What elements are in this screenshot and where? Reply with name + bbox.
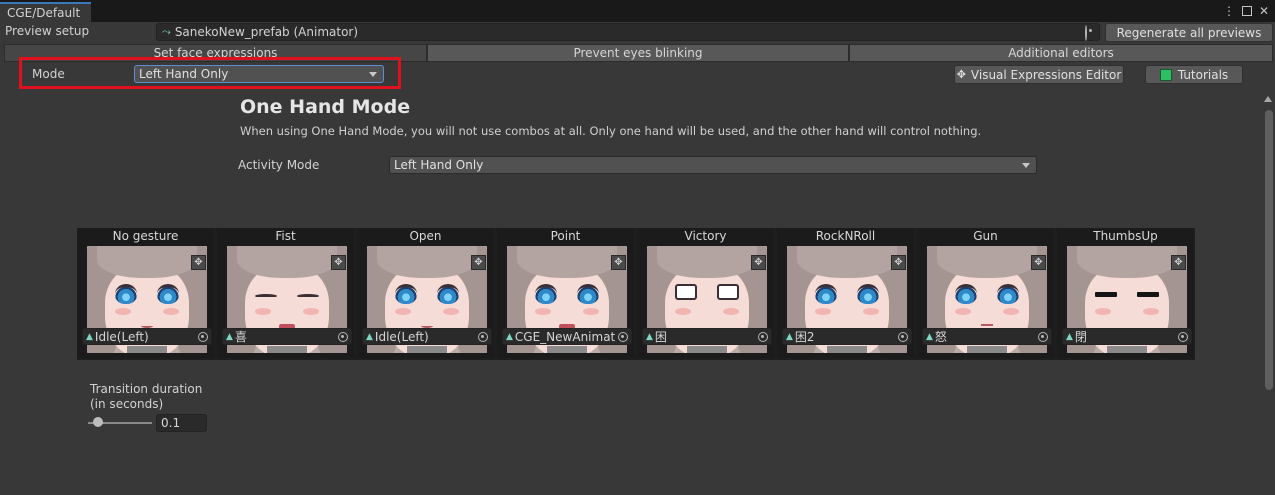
- gesture-card-fist: Fist ✥ ▲ 喜: [217, 228, 354, 358]
- visual-expressions-editor-label: Visual Expressions Editor: [970, 67, 1122, 82]
- animation-clip-field[interactable]: ▲ Idle(Left): [82, 328, 212, 345]
- one-hand-mode-title: One Hand Mode: [240, 96, 411, 118]
- gesture-card-thumbsup: ThumbsUp ✥ ▲ 閉: [1057, 228, 1194, 358]
- object-picker-icon[interactable]: [338, 331, 348, 342]
- object-picker-icon[interactable]: [758, 331, 768, 342]
- object-picker-icon[interactable]: [1178, 331, 1188, 342]
- move-icon[interactable]: ✥: [331, 255, 346, 270]
- transition-duration-label: Transition duration (in seconds): [90, 382, 202, 412]
- object-picker-icon[interactable]: [1038, 331, 1048, 342]
- animation-clip-field[interactable]: ▲ 閉: [1062, 328, 1192, 345]
- visual-expressions-editor-button[interactable]: ✥ Visual Expressions Editor: [954, 65, 1124, 84]
- animation-clip-icon: ▲: [226, 331, 233, 342]
- gesture-name: Open: [409, 229, 442, 243]
- gesture-name: Gun: [973, 229, 998, 243]
- animation-clip-value: 困2: [794, 330, 815, 344]
- move-icon[interactable]: ✥: [471, 255, 486, 270]
- preview-setup-field[interactable]: ⤳ SanekoNew_prefab (Animator): [156, 23, 1100, 41]
- animation-clip-icon: ▲: [1066, 331, 1073, 342]
- window-tab-bar: [0, 0, 1275, 22]
- tab-additional-editors[interactable]: Additional editors: [849, 44, 1273, 62]
- move-icon: ✥: [956, 68, 966, 81]
- object-picker-icon[interactable]: [898, 331, 908, 342]
- tutorials-button[interactable]: Tutorials: [1145, 65, 1243, 84]
- slider-handle[interactable]: [93, 417, 103, 427]
- object-picker-icon[interactable]: [478, 331, 488, 342]
- transition-duration-label-line1: Transition duration: [90, 382, 203, 396]
- animation-clip-value: Idle(Left): [94, 329, 149, 344]
- animation-clip-value: 喜: [234, 330, 247, 344]
- animation-clip-field[interactable]: ▲ 喜: [222, 328, 352, 345]
- animation-clip-icon: ▲: [926, 331, 933, 342]
- gesture-name: No gesture: [112, 229, 179, 243]
- gesture-card-rocknroll: RockNRoll ✥ ▲ 困2: [777, 228, 914, 358]
- animation-clip-field[interactable]: ▲ 困2: [782, 328, 912, 345]
- preview-setup-label: Preview setup: [5, 24, 90, 38]
- animation-clip-field[interactable]: ▲ Idle(Left): [362, 328, 492, 345]
- maximize-icon[interactable]: [1241, 6, 1252, 16]
- window-controls: ⋮ ✕: [1223, 3, 1269, 19]
- window-tab[interactable]: CGE/Default: [0, 2, 91, 22]
- chevron-down-icon: [1022, 162, 1030, 168]
- scroll-up-arrow-icon[interactable]: [1264, 96, 1272, 102]
- animation-clip-icon: ▲: [506, 331, 513, 342]
- move-icon[interactable]: ✥: [191, 255, 206, 270]
- close-icon[interactable]: ✕: [1259, 3, 1269, 19]
- gesture-name: RockNRoll: [815, 229, 876, 243]
- animation-clip-icon: ▲: [366, 331, 373, 342]
- animation-clip-icon: ▲: [786, 331, 793, 342]
- tab-prevent-eyes-blinking[interactable]: Prevent eyes blinking: [427, 44, 849, 62]
- gesture-card-point: Point ✥ ▲ CGE_NewAnimatic: [497, 228, 634, 358]
- tutorials-icon: [1159, 68, 1172, 81]
- animation-clip-icon: ▲: [86, 331, 93, 342]
- move-icon[interactable]: ✥: [611, 255, 626, 270]
- move-icon[interactable]: ✥: [891, 255, 906, 270]
- activity-mode-value: Left Hand Only: [394, 158, 484, 172]
- gesture-card-open: Open ✥ ▲ Idle(Left): [357, 228, 494, 358]
- activity-mode-label: Activity Mode: [238, 158, 320, 172]
- object-picker-icon[interactable]: [618, 331, 628, 342]
- animator-icon: ⤳: [162, 25, 171, 38]
- animation-clip-value: 閉: [1074, 330, 1087, 344]
- activity-mode-dropdown[interactable]: Left Hand Only: [389, 156, 1037, 174]
- tutorials-label: Tutorials: [1177, 67, 1229, 82]
- animation-clip-value: CGE_NewAnimatic: [514, 329, 616, 344]
- animation-clip-icon: ▲: [646, 331, 653, 342]
- transition-duration-label-line2: (in seconds): [90, 397, 164, 411]
- more-options-icon[interactable]: ⋮: [1223, 3, 1235, 19]
- gesture-name: Fist: [275, 229, 296, 243]
- animation-clip-value: Idle(Left): [374, 329, 429, 344]
- gesture-card-no-gesture: No gesture ✥ ▲ Idle(Left): [77, 228, 214, 358]
- gesture-card-victory: Victory ✥ ▲ 困: [637, 228, 774, 358]
- highlight-box: [19, 57, 401, 89]
- animation-clip-field[interactable]: ▲ 困: [642, 328, 772, 345]
- preview-setup-value: SanekoNew_prefab (Animator): [174, 25, 359, 39]
- gesture-card-gun: Gun ✥ ▲ 怒: [917, 228, 1054, 358]
- gesture-name: Victory: [684, 229, 727, 243]
- animation-clip-field[interactable]: ▲ 怒: [922, 328, 1052, 345]
- gesture-name: Point: [550, 229, 581, 243]
- animation-clip-value: 困: [654, 330, 667, 344]
- object-picker-icon[interactable]: [198, 331, 208, 342]
- object-picker-icon[interactable]: [1085, 25, 1087, 41]
- one-hand-mode-description: When using One Hand Mode, you will not u…: [240, 124, 982, 138]
- gesture-name: ThumbsUp: [1093, 229, 1158, 243]
- move-icon[interactable]: ✥: [1171, 255, 1186, 270]
- scrollbar-thumb[interactable]: [1265, 110, 1273, 390]
- move-icon[interactable]: ✥: [1031, 255, 1046, 270]
- animation-clip-value: 怒: [934, 330, 947, 344]
- move-icon[interactable]: ✥: [751, 255, 766, 270]
- regenerate-all-previews-button[interactable]: Regenerate all previews: [1105, 23, 1273, 42]
- animation-clip-field[interactable]: ▲ CGE_NewAnimatic: [502, 328, 632, 345]
- transition-duration-input[interactable]: 0.1: [156, 414, 207, 432]
